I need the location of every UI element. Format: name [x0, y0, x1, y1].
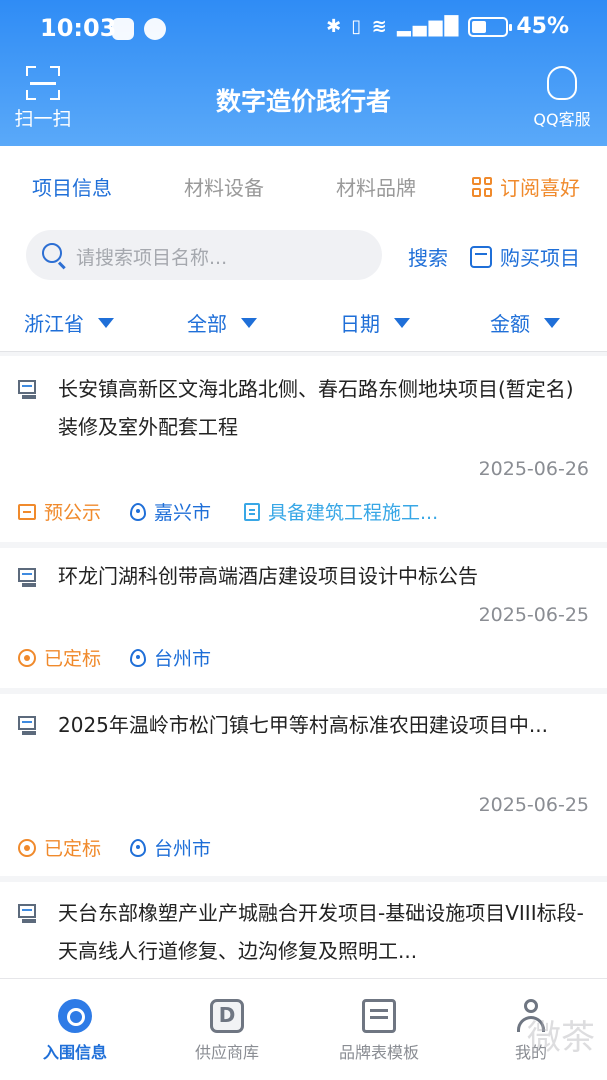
nav-label: 入围信息 [42, 1043, 107, 1062]
item-title: 2025年温岭市松门镇七甲等村高标准农田建设项目中... [58, 713, 548, 737]
monitor-icon [18, 380, 40, 402]
notice-icon [18, 503, 36, 520]
battery-percent: 45% [516, 14, 569, 39]
city-label: 嘉兴市 [154, 502, 212, 524]
nav-shortlist-info[interactable]: 入围信息 [20, 999, 130, 1063]
qualification-label: 具备建筑工程施工... [268, 502, 439, 524]
supplier-icon [210, 999, 244, 1033]
monitor-icon [18, 716, 40, 738]
monitor-icon [18, 568, 40, 590]
filter-type-label: 全部 [187, 312, 227, 336]
dropdown-arrow-icon [98, 317, 114, 328]
status-label: 已定标 [44, 838, 102, 860]
status-badge: 预公示 [18, 498, 101, 525]
filter-type[interactable]: 全部 [187, 308, 257, 337]
status-badge: 已定标 [18, 644, 101, 671]
qq-service-label: QQ客服 [533, 110, 591, 129]
nav-label: 品牌表模板 [338, 1043, 419, 1062]
document-icon [362, 999, 396, 1033]
city-label: 台州市 [154, 648, 212, 670]
status-badge: 已定标 [18, 834, 101, 861]
list-item[interactable]: 环龙门湖科创带高端酒店建设项目设计中标公告 2025-06-25 已定标 台州市 [0, 548, 607, 688]
item-date: 2025-06-26 [478, 458, 589, 480]
dropdown-arrow-icon [394, 317, 410, 328]
filter-amount[interactable]: 金额 [490, 308, 560, 337]
nav-supplier-library[interactable]: 供应商库 [172, 999, 282, 1063]
app-header: 10:03 ✱ ▯ ≋ ▂▄▆█ 45% 扫一扫 数字造价践行者 QQ客服 [0, 0, 607, 146]
city-label: 台州市 [154, 838, 212, 860]
list-item[interactable]: 长安镇高新区文海北路北侧、春石路东侧地块项目(暂定名)装修及室外配套工程 202… [0, 356, 607, 542]
building-icon [244, 502, 260, 521]
search-input[interactable]: 请搜索项目名称... [26, 230, 382, 280]
item-title: 天台东部橡塑产业产城融合开发项目-基础设施项目VIII标段-天高线人行道修复、边… [58, 901, 584, 963]
location-tag: 嘉兴市 [130, 498, 211, 525]
buy-project-label: 购买项目 [500, 246, 580, 270]
battery-icon [468, 16, 513, 37]
nav-brand-template[interactable]: 品牌表模板 [324, 999, 434, 1063]
tab-material-brand[interactable]: 材料品牌 [336, 172, 416, 201]
filter-bar: 浙江省 全部 日期 金额 [0, 294, 607, 352]
qq-icon [547, 66, 577, 100]
status-right: ✱ ▯ ≋ ▂▄▆█ 45% [326, 14, 569, 39]
signal-icons: ✱ ▯ ≋ ▂▄▆█ [326, 16, 461, 37]
list-item[interactable]: 天台东部橡塑产业产城融合开发项目-基础设施项目VIII标段-天高线人行道修复、边… [0, 882, 607, 982]
status-label: 预公示 [44, 502, 102, 524]
bottom-nav: 入围信息 供应商库 品牌表模板 我的 [0, 978, 607, 1080]
search-row: 请搜索项目名称... 搜索 购买项目 [0, 222, 607, 294]
tab-subscription[interactable]: 订阅喜好 [472, 172, 580, 201]
filter-date[interactable]: 日期 [340, 308, 410, 337]
search-button[interactable]: 搜索 [408, 242, 448, 271]
filter-province-label: 浙江省 [24, 312, 84, 336]
buy-project-button[interactable]: 购买项目 [470, 242, 580, 271]
item-title: 长安镇高新区文海北路北侧、春石路东侧地块项目(暂定名)装修及室外配套工程 [58, 377, 574, 439]
status-time: 10:03 [40, 14, 117, 42]
app-notification-icon [112, 18, 134, 40]
dropdown-arrow-icon [241, 317, 257, 328]
location-pin-icon [130, 838, 146, 857]
watermark: 微茶 [527, 1018, 595, 1058]
location-pin-icon [130, 648, 146, 667]
monitor-icon [18, 904, 40, 926]
location-tag: 台州市 [130, 644, 211, 671]
tab-material-equipment[interactable]: 材料设备 [184, 172, 264, 201]
target-icon [18, 838, 36, 857]
location-tag: 台州市 [130, 834, 211, 861]
item-date: 2025-06-25 [478, 604, 589, 626]
filter-province[interactable]: 浙江省 [24, 308, 114, 337]
filter-amount-label: 金额 [490, 312, 530, 336]
search-placeholder: 请搜索项目名称... [76, 247, 228, 269]
qualification-tag: 具备建筑工程施工... [244, 498, 438, 525]
page-title: 数字造价践行者 [215, 87, 391, 116]
item-title: 环龙门湖科创带高端酒店建设项目设计中标公告 [58, 564, 478, 588]
tab-project-info[interactable]: 项目信息 [32, 172, 112, 201]
status-bar: 10:03 ✱ ▯ ≋ ▂▄▆█ 45% [0, 0, 607, 58]
tab-subscription-label: 订阅喜好 [500, 176, 580, 200]
list-item[interactable]: 2025年温岭市松门镇七甲等村高标准农田建设项目中... 2025-06-25 … [0, 694, 607, 876]
search-icon [42, 243, 62, 263]
target-icon [18, 648, 36, 667]
top-tabs: 项目信息 材料设备 材料品牌 订阅喜好 [0, 146, 607, 222]
item-date: 2025-06-25 [478, 794, 589, 816]
hand-icon [144, 18, 166, 40]
target-icon [58, 999, 92, 1033]
dropdown-arrow-icon [544, 317, 560, 328]
cart-icon [470, 245, 492, 268]
filter-date-label: 日期 [340, 312, 380, 336]
location-pin-icon [130, 502, 146, 521]
nav-label: 供应商库 [194, 1043, 259, 1062]
grid-icon [472, 176, 492, 197]
status-label: 已定标 [44, 648, 102, 670]
qq-service-button[interactable]: QQ客服 [529, 66, 595, 130]
